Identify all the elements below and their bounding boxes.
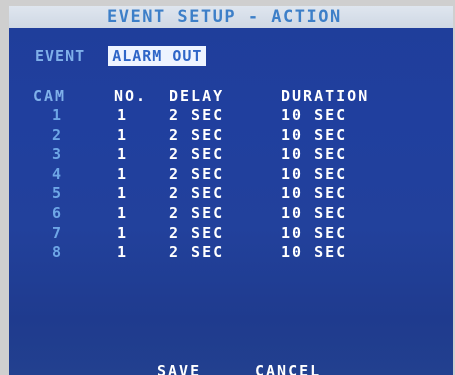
- row-duration[interactable]: 10 SEC: [281, 146, 347, 162]
- row-delay[interactable]: 2 SEC: [169, 205, 224, 221]
- row-cam: 2: [52, 125, 64, 144]
- event-row: EVENT ALARM OUT: [35, 46, 207, 66]
- row-no[interactable]: 1: [117, 146, 128, 162]
- title-bar: EVENT SETUP - ACTION: [9, 6, 453, 28]
- row-duration[interactable]: 10 SEC: [281, 244, 347, 260]
- row-no[interactable]: 1: [117, 205, 128, 221]
- row-delay[interactable]: 2 SEC: [169, 244, 224, 260]
- row-no[interactable]: 1: [117, 185, 128, 201]
- row-no[interactable]: 1: [117, 225, 128, 241]
- row-cam: 8: [52, 243, 64, 262]
- row-duration[interactable]: 10 SEC: [281, 185, 347, 201]
- row-cam: 6: [52, 204, 64, 222]
- row-duration[interactable]: 10 SEC: [281, 225, 347, 241]
- header-delay: DELAY: [169, 87, 225, 105]
- row-delay[interactable]: 2 SEC: [169, 146, 224, 162]
- row-cam: 7: [52, 223, 64, 242]
- row-delay[interactable]: 2 SEC: [169, 127, 224, 143]
- osd-screen: EVENT SETUP - ACTION EVENT ALARM OUT CAM…: [9, 6, 453, 375]
- row-duration[interactable]: 10 SEC: [281, 107, 347, 123]
- header-no: NO.: [114, 87, 148, 105]
- row-no[interactable]: 1: [117, 107, 128, 123]
- header-duration: DURATION: [281, 87, 370, 105]
- row-delay[interactable]: 2 SEC: [169, 166, 224, 182]
- row-no[interactable]: 1: [117, 127, 128, 143]
- row-delay[interactable]: 2 SEC: [169, 185, 224, 201]
- row-cam: 5: [52, 184, 64, 203]
- row-cam: 1: [52, 106, 64, 124]
- row-cam: 3: [52, 145, 64, 164]
- row-delay[interactable]: 2 SEC: [169, 107, 224, 123]
- row-duration[interactable]: 10 SEC: [281, 127, 347, 143]
- monitor-frame: EVENT SETUP - ACTION EVENT ALARM OUT CAM…: [0, 0, 455, 375]
- row-no[interactable]: 1: [117, 166, 128, 182]
- event-label: EVENT: [35, 47, 86, 65]
- row-cam: 4: [52, 164, 64, 183]
- row-duration[interactable]: 10 SEC: [281, 205, 347, 221]
- row-no[interactable]: 1: [117, 244, 128, 260]
- page-title: EVENT SETUP - ACTION: [107, 7, 342, 27]
- row-duration[interactable]: 10 SEC: [281, 166, 347, 182]
- header-cam: CAM: [33, 87, 67, 105]
- row-delay[interactable]: 2 SEC: [169, 225, 224, 241]
- cancel-button[interactable]: CANCEL: [255, 362, 321, 375]
- save-button[interactable]: SAVE: [157, 362, 201, 375]
- event-type-selector[interactable]: ALARM OUT: [108, 46, 207, 66]
